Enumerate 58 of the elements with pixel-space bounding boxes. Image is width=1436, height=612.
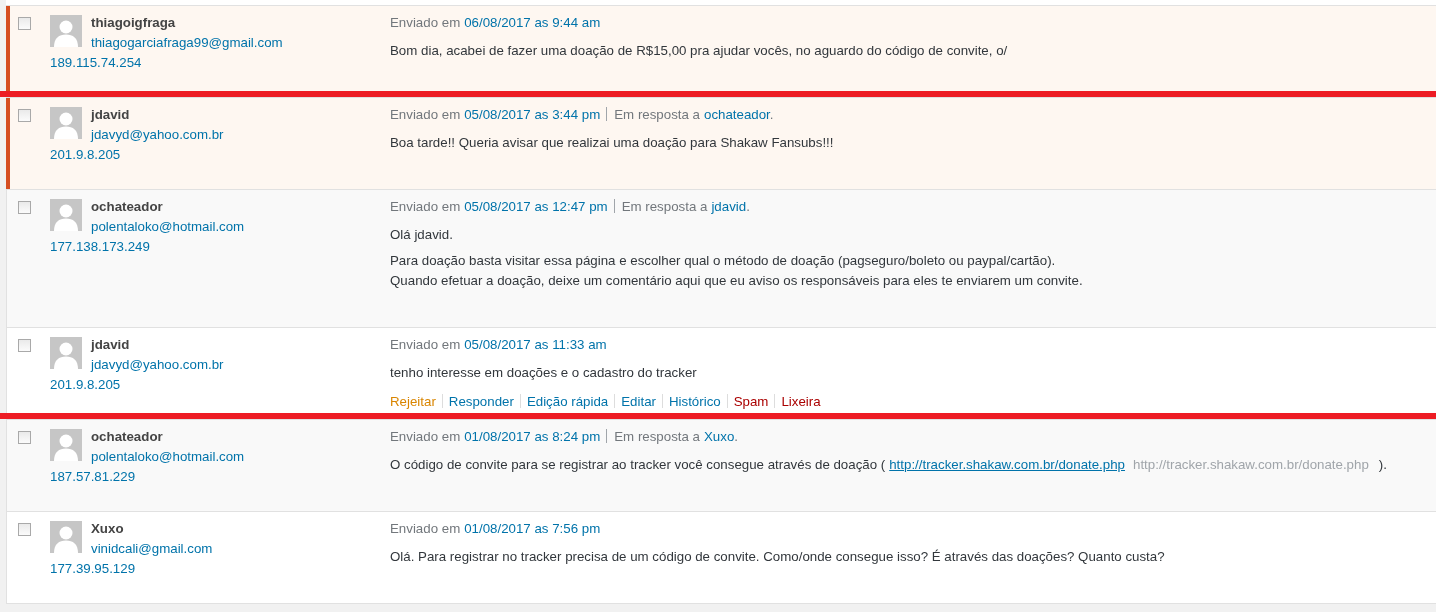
email-link[interactable]: jdavyd@yahoo.com.br	[91, 125, 224, 145]
comment-meta: Enviado em 05/08/2017 as 11:33 am	[390, 336, 608, 354]
comment-text: Olá. Para registrar no tracker precisa de um código de convite. Como/onde consegue isso? É através das doações? Quanto custa?	[390, 548, 1166, 566]
comment-text: tenho interesse em doações e o cadastro do tracker	[390, 364, 698, 382]
comment-meta: Enviado em 05/08/2017 as 3:44 pm Em resposta a ochateador.	[390, 106, 775, 124]
date-link[interactable]: 01/08/2017 as 8:24 pm	[464, 429, 601, 444]
row-action-link[interactable]: Lixeira	[781, 394, 821, 409]
author-name: Xuxo	[91, 520, 124, 538]
row-action-link[interactable]: Histórico	[668, 394, 721, 409]
author-name: thiagoigfraga	[91, 14, 176, 32]
comment-meta: Enviado em 01/08/2017 as 8:24 pm Em resposta a Xuxo.	[390, 428, 739, 446]
comment-text: Para doação basta visitar essa página e escolher qual o método de doação (pagseguro/boleto ou paypal/cartão). Quando efetuar a doação, deixe um comentário aqui que eu aviso os responsáveis para eles te enviarem um convite.	[390, 252, 1084, 290]
author-name: jdavid	[91, 336, 130, 354]
row-checkbox[interactable]	[18, 17, 31, 30]
author-name: jdavid	[91, 106, 130, 124]
ip-link[interactable]: 177.39.95.129	[50, 559, 136, 579]
date-link[interactable]: 06/08/2017 as 9:44 am	[464, 15, 601, 30]
avatar-icon	[50, 199, 82, 231]
comment-meta: Enviado em 06/08/2017 as 9:44 am	[390, 14, 602, 32]
avatar-icon	[50, 107, 82, 139]
row-action-link[interactable]: Responder	[448, 394, 514, 409]
avatar-icon	[50, 521, 82, 553]
comment-text: Olá jdavid.	[390, 226, 454, 244]
row-checkbox[interactable]	[18, 109, 31, 122]
email-link[interactable]: polentaloko@hotmail.com	[91, 447, 245, 467]
row-action-link[interactable]: Rejeitar	[390, 394, 436, 409]
avatar-icon	[50, 15, 82, 47]
avatar-icon	[50, 429, 82, 461]
ip-link[interactable]: 177.138.173.249	[50, 237, 150, 257]
comment-text: Boa tarde!! Queria avisar que realizai uma doação para Shakaw Fansubs!!!	[390, 134, 835, 152]
date-link[interactable]: 01/08/2017 as 7:56 pm	[464, 521, 601, 536]
row-action-link[interactable]: Spam	[733, 394, 769, 409]
row-action-link[interactable]: Edição rápida	[526, 394, 609, 409]
email-link[interactable]: thiagogarciafraga99@gmail.com	[91, 33, 283, 53]
author-name: ochateador	[91, 428, 163, 446]
date-link[interactable]: 05/08/2017 as 12:47 pm	[464, 199, 608, 214]
reply-to-link[interactable]: ochateador	[704, 107, 770, 122]
email-link[interactable]: jdavyd@yahoo.com.br	[91, 355, 224, 375]
row-checkbox[interactable]	[18, 201, 31, 214]
email-link[interactable]: vinidcali@gmail.com	[91, 539, 213, 559]
comment-meta: Enviado em 05/08/2017 as 12:47 pm Em resposta a jdavid.	[390, 198, 751, 216]
row-checkbox[interactable]	[18, 339, 31, 352]
row-action-link[interactable]: Editar	[621, 394, 656, 409]
ip-link[interactable]: 201.9.8.205	[50, 375, 121, 395]
ip-link[interactable]: 189.115.74.254	[50, 53, 142, 73]
author-name: ochateador	[91, 198, 163, 216]
comment-text: O código de convite para se registrar ao tracker você consegue através de doação ( http://tracker.shakaw.com.br/donate.php http://tracker.shakaw.com.br/donate.php ).	[390, 456, 1388, 474]
comment-text: Bom dia, acabei de fazer uma doação de R$15,00 pra ajudar vocês, no aguardo do código de convite, o/	[390, 42, 1009, 60]
url-link[interactable]: http://tracker.shakaw.com.br/donate.php	[889, 457, 1125, 472]
date-link[interactable]: 05/08/2017 as 3:44 pm	[464, 107, 601, 122]
email-link[interactable]: polentaloko@hotmail.com	[91, 217, 245, 237]
comment-meta: Enviado em 01/08/2017 as 7:56 pm	[390, 520, 602, 538]
ip-link[interactable]: 201.9.8.205	[50, 145, 121, 165]
ip-link[interactable]: 187.57.81.229	[50, 467, 136, 487]
avatar-icon	[50, 337, 82, 369]
row-checkbox[interactable]	[18, 431, 31, 444]
date-link[interactable]: 05/08/2017 as 11:33 am	[464, 337, 607, 352]
row-checkbox[interactable]	[18, 523, 31, 536]
